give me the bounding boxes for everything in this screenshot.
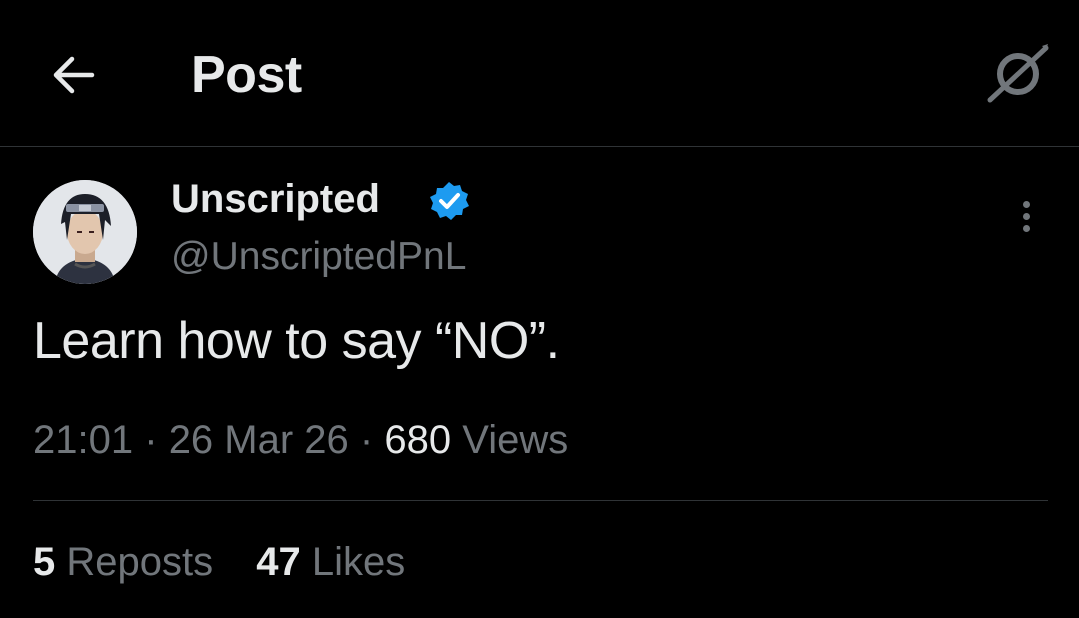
engagement-stats: 5 Reposts 47 Likes (33, 540, 437, 585)
author-handle[interactable]: @UnscriptedPnL (171, 235, 466, 279)
reposts-stat[interactable]: 5 Reposts (33, 540, 213, 584)
post-detail-page: Post Unscripted @UnscriptedPnL Learn how… (0, 0, 1079, 618)
avatar[interactable] (33, 180, 137, 284)
page-title: Post (191, 46, 302, 104)
likes-stat[interactable]: 47 Likes (256, 540, 405, 584)
grok-icon[interactable] (982, 42, 1052, 106)
likes-count: 47 (256, 540, 301, 584)
author-name[interactable]: Unscripted (171, 177, 380, 222)
views-count: 680 (384, 418, 452, 462)
post-time[interactable]: 21:01 (33, 418, 133, 462)
post-text: Learn how to say “NO”. (33, 312, 560, 370)
reposts-label: Reposts (66, 540, 214, 584)
top-bar: Post (0, 0, 1079, 147)
reposts-count: 5 (33, 540, 56, 584)
post-meta: 21:01 · 26 Mar 26 · 680 Views (33, 418, 568, 463)
post-date[interactable]: 26 Mar 26 (169, 418, 349, 462)
meta-separator: · (359, 418, 374, 462)
verified-badge-icon (430, 182, 469, 220)
divider (33, 500, 1048, 501)
back-arrow-icon[interactable] (48, 50, 98, 100)
more-options-icon[interactable] (1008, 196, 1044, 246)
avatar-image (33, 180, 137, 284)
views-label: Views (462, 418, 569, 462)
likes-label: Likes (311, 540, 406, 584)
meta-separator: · (144, 418, 158, 462)
